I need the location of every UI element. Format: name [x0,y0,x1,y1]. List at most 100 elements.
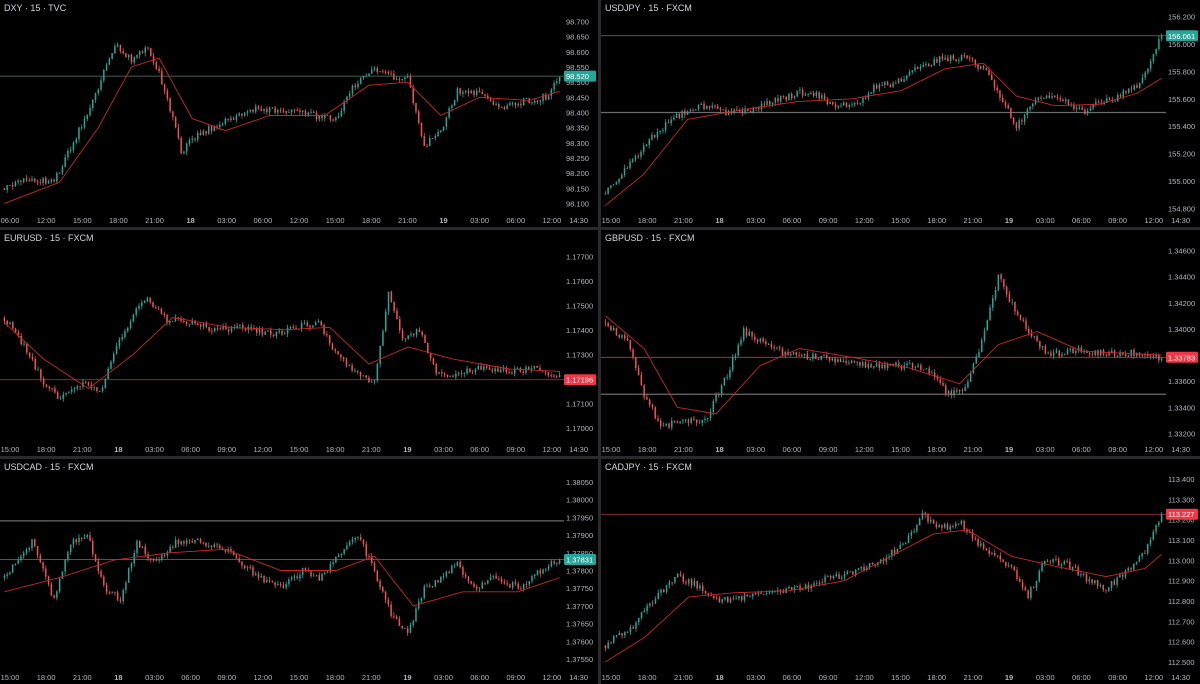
candle [704,590,707,595]
candle-body [53,179,55,182]
candle-body [304,568,307,571]
candle [337,350,339,355]
chart-svg[interactable]: 156.200156.000155.800155.600155.400155.2… [601,0,1200,227]
chart-panel-usdjpy[interactable]: 156.200 156.000 155.800 155.600 155.400 155.2… [601,0,1200,227]
chart-panel-eurusd[interactable]: 1.177001.176001.175001.174001.173001.172… [0,230,598,456]
candle-body [459,561,461,568]
candle [1069,558,1071,570]
candle-body [194,540,196,543]
candle [665,584,668,595]
candle-body [1085,574,1088,582]
candle-body [219,545,221,549]
chart-svg[interactable]: 1.177001.176001.175001.174001.173001.172… [0,230,598,456]
candle-body [56,392,59,399]
chart-panel-usdcad[interactable]: 1.38050 1.38000 1.37950 1.37900 1.37850 1.378… [0,459,598,684]
candle [132,313,135,323]
candle-body [726,596,729,603]
candle [329,115,332,123]
candle-body [1086,110,1089,114]
candle [274,581,276,589]
y-axis-tick-label: 155.800 [1168,67,1195,76]
candle [681,109,683,121]
candle [177,123,180,140]
chart-svg[interactable]: 1.346001.344001.342001.340001.338001.336… [601,230,1200,456]
chart-svg[interactable]: 113.400113.300113.200113.100113.000112.9… [601,459,1200,684]
candle [282,581,285,589]
candle-body [1114,101,1116,103]
candle-body [621,175,623,179]
x-axis-tick-label: 21:00 [145,216,164,225]
candle-body [303,322,306,324]
candle [1016,309,1019,317]
candle-body [547,96,550,100]
panel-divider-vertical[interactable] [598,0,601,684]
candle-body [713,595,715,598]
candle-body [618,335,620,338]
chart-title: EURUSD · 15 · FXCM [4,233,94,243]
chart-svg[interactable]: 1.380501.380001.379501.379001.378501.378… [0,459,598,684]
candle [812,351,814,362]
x-axis-tick-label: 18:00 [638,216,657,225]
candle [910,529,913,540]
candle-body [487,580,489,584]
candle [253,324,255,330]
candle [1011,298,1013,306]
candle [528,580,530,588]
candle-body [799,585,801,591]
candle [752,593,754,600]
candle [326,331,328,338]
candle-body [254,573,257,576]
candle [685,579,687,586]
candle-body [759,338,762,342]
chart-svg[interactable]: 98.70098.65098.60098.55098.50098.45098.4… [0,0,598,227]
candle [771,589,774,595]
candle [387,597,390,608]
candle [1066,558,1068,564]
candle-body [42,177,44,184]
candle-body [1012,117,1015,124]
candle [1055,347,1058,354]
candle-body [216,544,218,546]
candles [604,33,1163,195]
x-axis-tick-label: 09:00 [819,673,838,682]
candle-body [499,369,502,372]
candle [199,323,202,330]
candle-body [788,93,790,101]
candle-body [384,311,387,331]
candle-body [1094,580,1096,584]
candle [317,319,320,323]
candle-body [393,73,395,80]
candle-body [660,589,662,593]
chart-panel-cadjpy[interactable]: 113.400 113.300 113.200 113.100 113.000 112.9… [601,459,1200,684]
candle [1155,524,1157,535]
candle [219,326,222,331]
candle-body [371,69,373,74]
candle-body [390,291,393,302]
candle [194,539,196,545]
panel-divider-horizontal[interactable] [0,227,1200,230]
candle-body [1075,350,1077,353]
candle [401,78,403,82]
candle-body [138,305,140,309]
candle [845,102,848,108]
candle-body [112,353,115,362]
x-axis-tick-label: 15:00 [891,216,910,225]
candle [185,321,188,327]
candle-body [762,338,764,342]
candle-body [279,584,282,586]
candle-body [1130,568,1132,570]
chart-panel-dxy[interactable]: 98.700 98.650 98.600 98.550 98.500 98.450 98.4… [0,0,598,227]
candle-body [525,584,528,585]
candle [746,594,748,597]
candle [429,352,432,362]
candle-body [67,150,69,158]
candle-body [334,349,337,352]
candle [618,631,621,636]
candle [299,107,301,115]
chart-panel-gbpusd[interactable]: 1.346001.344001.342001.340001.338001.336… [601,230,1200,456]
panel-divider-horizontal[interactable] [0,456,1200,459]
candle-body [266,580,268,583]
candle-body [274,582,276,586]
last-price-label: 113.227 [1166,508,1198,520]
candle-body [776,347,778,349]
